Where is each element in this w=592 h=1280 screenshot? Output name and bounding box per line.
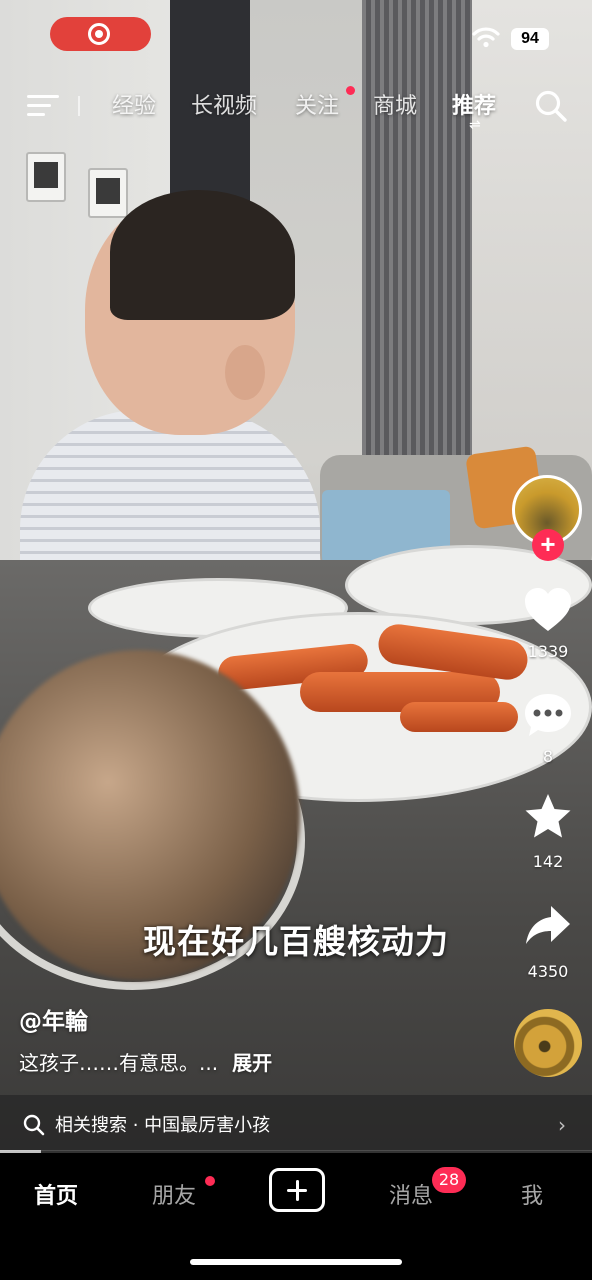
video-subtitle: 现在好几百艘核动力	[143, 922, 449, 961]
tab-messages[interactable]: 消息	[389, 1178, 433, 1210]
tab-home[interactable]: 首页	[34, 1178, 78, 1210]
music-disc-icon[interactable]	[514, 1009, 582, 1077]
comment-icon[interactable]	[522, 690, 574, 740]
nav-separator	[78, 96, 80, 116]
scene-shrimp	[400, 702, 518, 732]
scene-wall-right	[472, 0, 592, 520]
scene-wood-slats	[362, 0, 472, 470]
like-count: 1339	[527, 642, 569, 661]
tab-me[interactable]: 我	[521, 1178, 543, 1210]
swap-arrows-icon: ⇌	[469, 117, 481, 133]
scene-child-shirt	[20, 410, 320, 580]
share-count: 4350	[527, 962, 569, 981]
screen-recording-indicator[interactable]	[50, 17, 151, 51]
screen-record-icon	[88, 23, 110, 45]
tab-friends[interactable]: 朋友	[152, 1178, 196, 1210]
search-icon[interactable]	[534, 89, 568, 123]
video-description: 这孩子……有意思。... 展开	[19, 1047, 272, 1076]
chevron-right-icon: ›	[558, 1113, 566, 1137]
tab-long-video[interactable]: 长视频	[191, 88, 257, 120]
tab-following[interactable]: 关注	[295, 88, 339, 120]
friends-dot-badge	[205, 1176, 215, 1186]
video-frame[interactable]	[0, 0, 592, 1150]
author-name[interactable]: @年輪	[19, 1002, 88, 1036]
expand-button[interactable]: 展开	[232, 1051, 272, 1075]
related-search-text: 相关搜索 · 中国最厉害小孩	[55, 1115, 271, 1136]
battery-level: 94	[511, 28, 549, 50]
create-button[interactable]	[269, 1168, 325, 1212]
related-search-bar[interactable]: 相关搜索 · 中国最厉害小孩 ›	[0, 1095, 592, 1151]
favorite-count: 142	[532, 852, 564, 871]
following-dot-badge	[346, 86, 355, 95]
scene-wall-switch	[26, 152, 66, 202]
tab-recommend[interactable]: 推荐	[452, 88, 496, 120]
scene-wall-switch	[88, 168, 128, 218]
tab-experience[interactable]: 经验	[112, 88, 156, 120]
scene-child-ear	[225, 345, 265, 400]
description-text: 这孩子……有意思。...	[19, 1051, 219, 1075]
wifi-icon	[472, 27, 500, 48]
top-nav: 经验 长视频 关注 商城 推荐 ⇌	[0, 84, 592, 133]
follow-button[interactable]: +	[532, 529, 564, 561]
bottom-tab-bar: 首页 朋友 消息 28 我	[0, 1153, 592, 1280]
heart-icon[interactable]	[522, 585, 574, 635]
star-icon[interactable]	[522, 792, 574, 842]
related-search-icon	[23, 1114, 45, 1136]
tab-mall[interactable]: 商城	[373, 88, 417, 120]
home-indicator[interactable]	[190, 1259, 402, 1265]
menu-icon[interactable]	[27, 93, 59, 119]
scene-child-hair	[110, 190, 295, 320]
messages-badge: 28	[432, 1167, 466, 1193]
comment-count: 8	[542, 747, 554, 766]
